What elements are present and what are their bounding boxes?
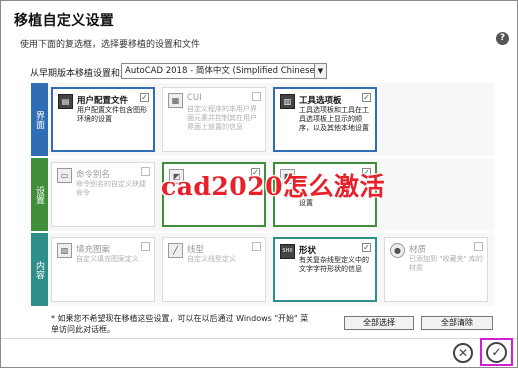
card-name: 材质 [409,245,427,255]
card-tool-palette[interactable]: ▥ 工具选项板 工具选项板和工具在工具选项板上显示的顺序，以及其他本地设置 ✓ [273,87,377,152]
profile-icon: ▤ [58,94,73,109]
cancel-button[interactable]: ✕ [453,343,473,363]
card-name: CUI [187,93,202,103]
card-user-profile[interactable]: ▤ 用户配置文件 用户配置文件包含图形环境的设置 ✓ [51,87,155,152]
material-sphere-icon: ● [390,243,405,258]
card-name: 线型 [187,245,205,255]
card-desc: 命令别名的自定义快捷命令 [76,180,146,197]
shx-icon: SHX [280,244,295,259]
category-label-content: 内容 [34,260,44,279]
checkbox[interactable] [252,242,261,251]
footer-divider [1,338,517,339]
source-version-value: AutoCAD 2018 - 简体中文 (Simplified Chinese)… [125,66,327,76]
card-command-alias[interactable]: ▭ 命令别名 命令别名的自定义快捷命令 [51,162,155,227]
card-name: 形状 [299,246,317,256]
card-desc: 已添加到 "收藏夹" 库的材质 [409,255,483,272]
card-name: 填充图案 [76,245,111,255]
card-name: 命令别名 [76,170,111,180]
checkbox[interactable] [141,242,150,251]
dialog-subtitle: 使用下面的复选框，选择要移植的设置和文件 [20,40,201,50]
card-desc: 用户配置文件包含图形环境的设置 [77,106,147,123]
linetype-icon: ╱ [168,243,183,258]
category-label-ui: 界面 [34,110,44,129]
source-version-select[interactable]: AutoCAD 2018 - 简体中文 (Simplified Chinese)… [121,63,327,79]
card-desc: 自定义填充图案定义 [76,255,139,263]
card-name: 工具选项板 [299,96,342,106]
checkbox[interactable]: ✓ [140,93,149,102]
card-material[interactable]: ● 材质 已添加到 "收藏夹" 库的材质 [384,237,488,302]
checkbox[interactable] [141,167,150,176]
category-band-content: 内容 [31,233,48,306]
category-band-ui: 界面 [31,83,48,156]
card-desc: 自定义程序的本用户界面元素并控制其在用户界面上放置的信息 [187,105,257,131]
select-all-button[interactable]: 全部选择 [344,316,414,330]
migrate-settings-dialog: 移植自定义设置 使用下面的复选框，选择要移植的设置和文件 ? 从早期版本移植设置… [0,0,518,368]
clear-all-button[interactable]: 全部清除 [421,316,493,330]
hatch-icon: ▨ [57,243,72,258]
category-label-settings: 设置 [34,185,44,204]
checkbox[interactable] [252,92,261,101]
card-hatch-pattern[interactable]: ▨ 填充图案 自定义填充图案定义 [51,237,155,302]
card-desc: 自定义线型定义 [187,255,236,263]
migration-note: * 如果您不希望现在移植这些设置，可以在以后通过 Windows "开始" 菜单… [51,314,309,334]
checkbox[interactable] [474,242,483,251]
tool-palette-icon: ▥ [280,94,295,109]
chevron-down-icon[interactable]: ▼ [314,64,326,78]
help-icon[interactable]: ? [496,32,509,45]
card-shape[interactable]: SHX 形状 有关复杂线型定义中的文字字符形状的信息 ✓ [273,237,377,302]
command-alias-icon: ▭ [57,168,72,183]
card-desc: 工具选项板和工具在工具选项板上显示的顺序，以及其他本地设置 [299,106,369,132]
card-linetype[interactable]: ╱ 线型 自定义线型定义 [162,237,266,302]
checkbox[interactable]: ✓ [362,93,371,102]
category-band-settings: 设置 [31,158,48,231]
dialog-title: 移植自定义设置 [14,13,115,29]
checkbox[interactable]: ✓ [362,243,371,252]
card-desc: 有关复杂线型定义中的文字字符形状的信息 [299,256,369,273]
overlay-watermark-text: cad2020怎么激活 [161,172,385,201]
ok-button[interactable]: ✓ [486,342,507,363]
cui-icon: ▦ [168,93,183,108]
card-name: 用户配置文件 [77,96,129,106]
card-cui[interactable]: ▦ CUI 自定义程序的本用户界面元素并控制其在用户界面上放置的信息 [162,87,266,152]
